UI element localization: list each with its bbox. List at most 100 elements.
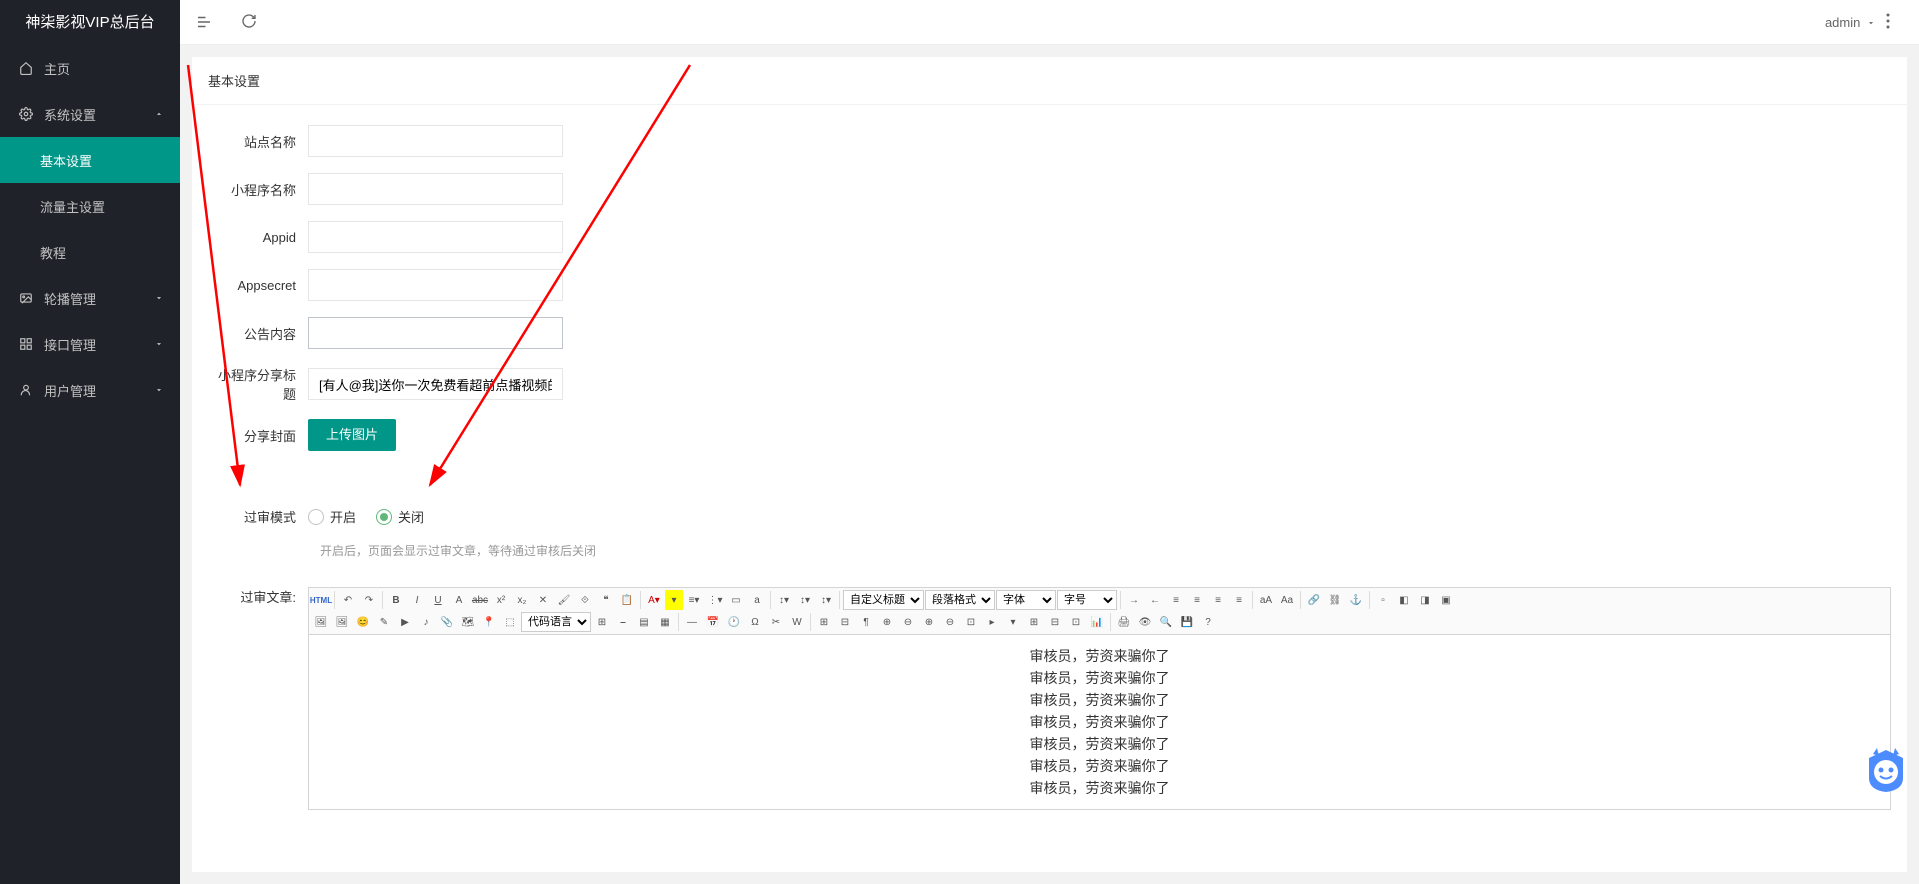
heading-select[interactable]: 自定义标题 <box>843 590 924 610</box>
appid-input[interactable] <box>308 221 563 253</box>
site-name-input[interactable] <box>308 125 563 157</box>
editor-body[interactable]: 审核员，劳资来骗你了 审核员，劳资来骗你了 审核员，劳资来骗你了 审核员，劳资来… <box>308 635 1891 810</box>
insertvideo-icon[interactable]: ▶ <box>395 612 415 632</box>
anchor-icon[interactable]: ⚓ <box>1346 590 1366 610</box>
imagecenter-icon[interactable]: ▣ <box>1436 590 1456 610</box>
fontborder-icon[interactable]: A <box>449 590 469 610</box>
superscript-icon[interactable]: x² <box>491 590 511 610</box>
gmap-icon[interactable]: 📍 <box>479 612 499 632</box>
more-icon[interactable] <box>1886 13 1904 31</box>
sidebar-item-tutorial[interactable]: 教程 <box>0 229 180 275</box>
spechars-icon[interactable]: Ω <box>745 612 765 632</box>
deletecol-icon[interactable]: ⊖ <box>940 612 960 632</box>
removeformat-icon[interactable]: ✕ <box>533 590 553 610</box>
selectall-icon[interactable]: ▭ <box>726 590 746 610</box>
inserttable-icon[interactable]: ⊞ <box>814 612 834 632</box>
notice-input[interactable] <box>308 317 563 349</box>
underline-icon[interactable]: U <box>428 590 448 610</box>
splittocols-icon[interactable]: ⊡ <box>1066 612 1086 632</box>
formatmatch-icon[interactable]: 🖌 <box>554 590 574 610</box>
time-icon[interactable]: 🕐 <box>724 612 744 632</box>
mergedown-icon[interactable]: ▾ <box>1003 612 1023 632</box>
sidebar-item-api[interactable]: 接口管理 <box>0 321 180 367</box>
preview-icon[interactable]: 👁 <box>1135 612 1155 632</box>
radio-review-on[interactable]: 开启 <box>308 507 356 526</box>
webapp-icon[interactable]: ⊞ <box>592 612 612 632</box>
backcolor-icon[interactable]: ▾ <box>665 590 683 610</box>
strikethrough-icon[interactable]: abc <box>470 590 490 610</box>
refresh-icon[interactable] <box>241 13 259 31</box>
html-source-button[interactable]: HTML <box>311 590 331 610</box>
menu-toggle-icon[interactable] <box>195 13 213 31</box>
radio-review-off[interactable]: 关闭 <box>376 507 424 526</box>
sidebar-item-home[interactable]: 主页 <box>0 45 180 91</box>
background-icon[interactable]: ▦ <box>655 612 675 632</box>
user-menu[interactable]: admin <box>1825 15 1876 30</box>
tolowercase-icon[interactable]: Aa <box>1277 590 1297 610</box>
upload-image-button[interactable]: 上传图片 <box>308 419 396 451</box>
fontfamily-select[interactable]: 字体 <box>996 590 1056 610</box>
indent-icon[interactable]: → <box>1124 590 1144 610</box>
simpleupload-icon[interactable]: 🖼 <box>311 612 331 632</box>
splittorows-icon[interactable]: ⊟ <box>1045 612 1065 632</box>
justifyright-icon[interactable]: ≡ <box>1208 590 1228 610</box>
cleardoc-icon[interactable]: a <box>747 590 767 610</box>
rowspacingtop-icon[interactable]: ↕▾ <box>774 590 794 610</box>
mascot-icon[interactable] <box>1863 748 1909 794</box>
insertcol-icon[interactable]: ⊕ <box>919 612 939 632</box>
mergeright-icon[interactable]: ▸ <box>982 612 1002 632</box>
mp-name-input[interactable] <box>308 173 563 205</box>
rowspacingbottom-icon[interactable]: ↕▾ <box>795 590 815 610</box>
appsecret-input[interactable] <box>308 269 563 301</box>
music-icon[interactable]: ♪ <box>416 612 436 632</box>
insertrow-icon[interactable]: ⊕ <box>877 612 897 632</box>
undo-icon[interactable]: ↶ <box>338 590 358 610</box>
bold-icon[interactable]: B <box>386 590 406 610</box>
scrawl-icon[interactable]: ✎ <box>374 612 394 632</box>
deleterow-icon[interactable]: ⊖ <box>898 612 918 632</box>
sidebar-item-basic-settings[interactable]: 基本设置 <box>0 137 180 183</box>
charts-icon[interactable]: 📊 <box>1087 612 1107 632</box>
touppercase-icon[interactable]: aA <box>1256 590 1276 610</box>
redo-icon[interactable]: ↷ <box>359 590 379 610</box>
sidebar-item-traffic[interactable]: 流量主设置 <box>0 183 180 229</box>
pasteplain-icon[interactable]: 📋 <box>617 590 637 610</box>
outdent-icon[interactable]: ← <box>1145 590 1165 610</box>
insertframe-icon[interactable]: ⬚ <box>500 612 520 632</box>
blockquote-icon[interactable]: ❝ <box>596 590 616 610</box>
insertorderedlist-icon[interactable]: ≡▾ <box>684 590 704 610</box>
help-icon[interactable]: ? <box>1198 612 1218 632</box>
imagenone-icon[interactable]: ▫ <box>1373 590 1393 610</box>
justifyjustify-icon[interactable]: ≡ <box>1229 590 1249 610</box>
unlink-icon[interactable]: ⛓ <box>1325 590 1345 610</box>
insertcode-select[interactable]: 代码语言 <box>521 612 591 632</box>
attachment-icon[interactable]: 📎 <box>437 612 457 632</box>
sidebar-item-user[interactable]: 用户管理 <box>0 367 180 413</box>
splittocells-icon[interactable]: ⊞ <box>1024 612 1044 632</box>
emotion-icon[interactable]: 😊 <box>353 612 373 632</box>
sidebar-item-carousel[interactable]: 轮播管理 <box>0 275 180 321</box>
fontsize-select[interactable]: 字号 <box>1057 590 1117 610</box>
forecolor-icon[interactable]: A▾ <box>644 590 664 610</box>
justifyleft-icon[interactable]: ≡ <box>1166 590 1186 610</box>
date-icon[interactable]: 📅 <box>703 612 723 632</box>
justifycenter-icon[interactable]: ≡ <box>1187 590 1207 610</box>
imageright-icon[interactable]: ◨ <box>1415 590 1435 610</box>
map-icon[interactable]: 🗺 <box>458 612 478 632</box>
insertunorderedlist-icon[interactable]: ⋮▾ <box>705 590 725 610</box>
wordimage-icon[interactable]: W <box>787 612 807 632</box>
share-title-input[interactable] <box>308 368 563 400</box>
mergecells-icon[interactable]: ⊡ <box>961 612 981 632</box>
deletetable-icon[interactable]: ⊟ <box>835 612 855 632</box>
sidebar-item-system[interactable]: 系统设置 <box>0 91 180 137</box>
drafts-icon[interactable]: 💾 <box>1177 612 1197 632</box>
snapscreen-icon[interactable]: ✂ <box>766 612 786 632</box>
subscript-icon[interactable]: x₂ <box>512 590 532 610</box>
print-icon[interactable]: 🖨 <box>1114 612 1134 632</box>
horizontal-icon[interactable]: — <box>682 612 702 632</box>
lineheight-icon[interactable]: ↕▾ <box>816 590 836 610</box>
pagebreak-icon[interactable]: ⎯ <box>613 612 633 632</box>
insertimage-icon[interactable]: 🖼 <box>332 612 352 632</box>
autotypeset-icon[interactable]: ⟐ <box>575 590 595 610</box>
paragraph-select[interactable]: 段落格式 <box>925 590 995 610</box>
